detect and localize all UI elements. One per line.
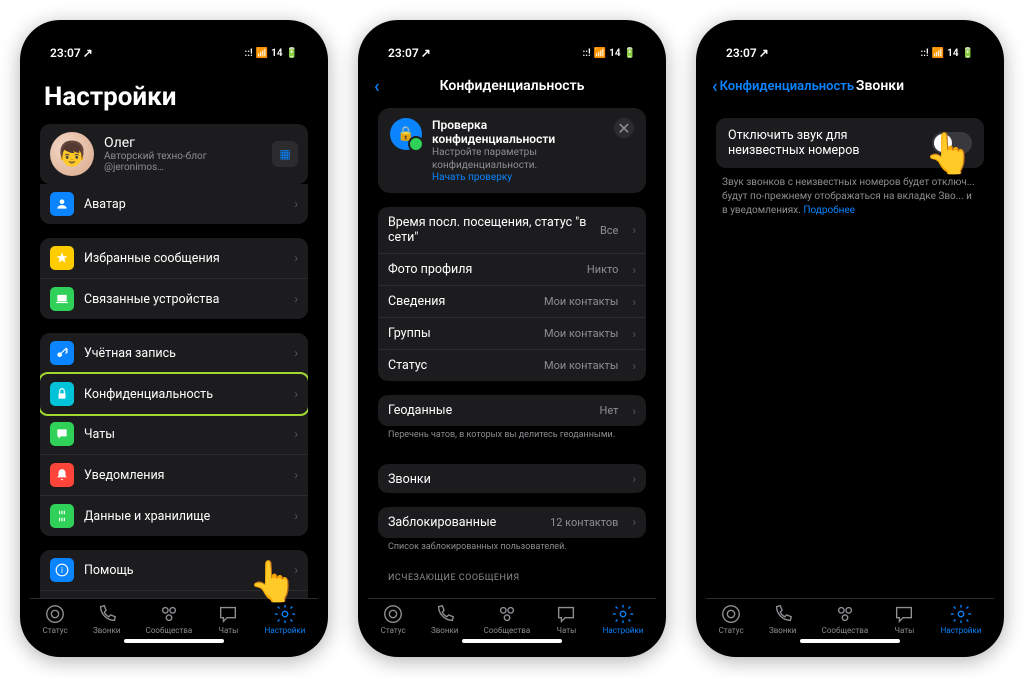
list-row[interactable]: Заблокированные12 контактов› xyxy=(378,507,646,538)
laptop-icon xyxy=(50,287,74,311)
back-icon: ‹ xyxy=(712,76,718,97)
tab-звонки[interactable]: Звонки xyxy=(93,603,120,635)
back-icon: ‹ xyxy=(374,76,380,97)
start-check-link[interactable]: Начать проверку xyxy=(432,172,604,183)
nav-header: ‹Конфиденциальность Звонки xyxy=(706,72,994,104)
chevron-right-icon: › xyxy=(294,427,298,441)
chevron-right-icon: › xyxy=(294,346,298,360)
header-title: Звонки xyxy=(856,78,904,94)
chevron-right-icon: › xyxy=(632,515,636,529)
list-row[interactable]: Время посл. посещения, статус "в сети"Вс… xyxy=(378,207,646,254)
tab-настройки[interactable]: Настройки xyxy=(603,603,644,635)
qr-icon[interactable]: ▦ xyxy=(272,141,298,167)
nav-header: ‹ Конфиденциальность xyxy=(368,72,656,104)
page-title: Настройки xyxy=(44,82,304,112)
chat-icon xyxy=(50,422,74,446)
chevron-right-icon: › xyxy=(632,472,636,486)
list-row[interactable]: ГеоданныеНет› xyxy=(378,395,646,426)
tab-статус[interactable]: Статус xyxy=(719,603,744,635)
star-icon xyxy=(50,246,74,270)
chevron-right-icon: › xyxy=(632,327,636,341)
list-row[interactable]: Связанные устройства› xyxy=(40,279,308,319)
chevron-right-icon: › xyxy=(632,359,636,373)
tab-статус[interactable]: Статус xyxy=(381,603,406,635)
battery-pct: 14 xyxy=(271,48,282,59)
list-row[interactable]: Звонки› xyxy=(378,464,646,493)
chevron-right-icon: › xyxy=(294,468,298,482)
list-row[interactable]: ГруппыМои контакты› xyxy=(378,318,646,350)
lock-icon: 🔒 xyxy=(390,118,422,150)
tab-настройки[interactable]: Настройки xyxy=(265,603,306,635)
list-row[interactable]: Уведомления› xyxy=(40,455,308,496)
chevron-right-icon: › xyxy=(632,263,636,277)
chevron-right-icon: › xyxy=(294,197,298,211)
phone-2: 23:07↗ ::!📶14🔋 ‹ Конфиденциальность 🔒 Пр… xyxy=(358,20,666,657)
svg-text:i: i xyxy=(61,565,63,575)
chevron-right-icon: › xyxy=(632,295,636,309)
tab-настройки[interactable]: Настройки xyxy=(941,603,982,635)
profile-row[interactable]: 👦 Олег Авторский техно-блог @jeronimos… … xyxy=(40,124,308,184)
chevron-right-icon: › xyxy=(294,251,298,265)
chevron-right-icon: › xyxy=(632,404,636,418)
profile-sub: Авторский техно-блог @jeronimos… xyxy=(104,151,262,173)
tab-чаты[interactable]: Чаты xyxy=(217,603,239,635)
list-row[interactable]: Чаты› xyxy=(40,414,308,455)
status-time: 23:07 xyxy=(50,46,81,60)
chevron-right-icon: › xyxy=(632,223,636,237)
chevron-right-icon: › xyxy=(294,292,298,306)
tab-чаты[interactable]: Чаты xyxy=(893,603,915,635)
lock-icon xyxy=(50,382,74,406)
back-button[interactable]: ‹ xyxy=(374,76,380,97)
tab-сообщества[interactable]: Сообщества xyxy=(146,603,193,635)
learn-more-link[interactable]: Подробнее xyxy=(803,205,855,216)
pointer-hand-icon: 👆 xyxy=(924,130,974,177)
pointer-hand-icon: 👆 xyxy=(248,558,298,605)
tab-статус[interactable]: Статус xyxy=(43,603,68,635)
close-icon[interactable]: ✕ xyxy=(614,118,634,138)
phone-3: 23:07↗ ::!📶14🔋 ‹Конфиденциальность Звонк… xyxy=(696,20,1004,657)
tab-сообщества[interactable]: Сообщества xyxy=(484,603,531,635)
header-title: Конфиденциальность xyxy=(440,78,585,94)
section-header: ИСЧЕЗАЮЩИЕ СООБЩЕНИЯ xyxy=(378,561,646,585)
tab-звонки[interactable]: Звонки xyxy=(769,603,796,635)
data-icon xyxy=(50,504,74,528)
bell-icon xyxy=(50,463,74,487)
chevron-right-icon: › xyxy=(294,509,298,523)
list-row[interactable]: Избранные сообщения› xyxy=(40,238,308,279)
list-row[interactable]: Фото профиляНикто› xyxy=(378,254,646,286)
tab-сообщества[interactable]: Сообщества xyxy=(822,603,869,635)
avatar-row[interactable]: Аватар › xyxy=(40,184,308,224)
phone-1: 23:07↗ ::!📶14🔋 Настройки 👦 Олег Авторски… xyxy=(20,20,328,657)
profile-name: Олег xyxy=(104,135,262,151)
list-row[interactable]: СтатусМои контакты› xyxy=(378,350,646,381)
privacy-card[interactable]: 🔒 Проверка конфиденциальности Настройте … xyxy=(378,108,646,193)
chevron-right-icon: › xyxy=(294,387,298,401)
key-icon xyxy=(50,341,74,365)
back-button[interactable]: ‹Конфиденциальность xyxy=(712,76,854,97)
tab-звонки[interactable]: Звонки xyxy=(431,603,458,635)
list-row[interactable]: Данные и хранилище› xyxy=(40,496,308,536)
avatar-icon xyxy=(50,192,74,216)
list-row[interactable]: СведенияМои контакты› xyxy=(378,286,646,318)
tab-чаты[interactable]: Чаты xyxy=(555,603,577,635)
avatar: 👦 xyxy=(50,132,94,176)
list-row[interactable]: Учётная запись› xyxy=(40,333,308,374)
info-icon: i xyxy=(50,558,74,582)
list-row[interactable]: Конфиденциальность› xyxy=(40,372,308,416)
